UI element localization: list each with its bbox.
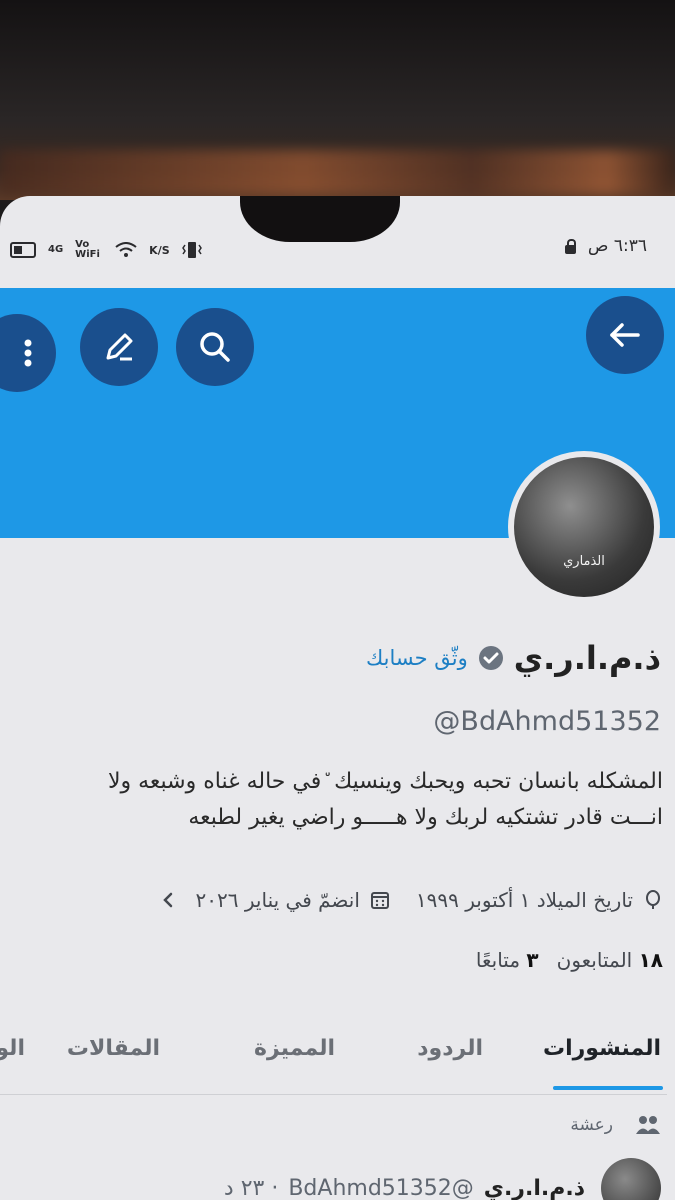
wifi-calling-label: Vo WiFi [75,239,100,260]
post-author-handle: @BdAhmd51352 [288,1175,474,1200]
arrow-left-icon [610,323,640,347]
post-context: رعشة [570,1114,661,1136]
battery-icon [10,242,36,258]
camera-notch [240,196,400,242]
followers-label: المتابعون [556,948,633,972]
signal-icon: 4G [48,245,63,255]
active-tab-indicator [553,1086,663,1090]
community-icon [636,1116,660,1134]
phone-screen: 4G Vo WiFi K/S ٦:٣٦ ص الذماري ذ.م.ا.ر.ي … [0,196,675,1200]
tab-highlights[interactable]: المميزة [254,1036,335,1061]
name-row: ذ.م.ا.ر.ي وثّق حسابك [366,639,661,677]
following-count: ٣ [526,948,539,972]
balloon-icon [646,890,660,909]
status-left: 4G Vo WiFi K/S [10,240,202,260]
tabs-divider [0,1094,667,1095]
user-handle: @BdAhmd51352 [433,706,661,737]
network-speed: K/S [149,243,170,257]
status-right: ٦:٣٦ ص [564,236,647,256]
avatar-caption: الذماري [563,554,605,569]
more-vertical-icon [24,339,32,367]
bio-line: المشكله بانسان تحبه ويحبك وينسيك ٘في حال… [107,769,663,794]
tab-posts[interactable]: المنشورات [543,1036,661,1061]
profile-bio: المشكله بانسان تحبه ويحبك وينسيك ٘في حال… [3,764,663,836]
follow-stats: ١٨ المتابعون ٣ متابعًا [476,948,663,972]
profile-meta: تاريخ الميلاد ١ أكتوبر ١٩٩٩ انضمّ في ينا… [158,888,663,912]
verify-account-link[interactable]: وثّق حسابك [366,646,468,670]
bio-line: انـــت قادر تشتكيه لربك ولا هـــــو راضي… [188,805,663,830]
tab-media[interactable]: الو [0,1036,25,1061]
avatar-image: الذماري [514,457,654,597]
search-icon [200,332,230,362]
chevron-left-icon[interactable] [158,890,178,910]
post-author-name: ذ.م.ا.ر.ي [483,1175,585,1200]
post-avatar[interactable] [601,1158,661,1200]
edit-button[interactable] [80,308,158,386]
tab-replies[interactable]: الردود [417,1036,483,1061]
following-link[interactable]: ٣ متابعًا [476,948,539,972]
pencil-icon [106,333,133,361]
vibrate-icon [181,242,202,258]
bezel-reflection [0,150,675,195]
post-header[interactable]: ذ.م.ا.ر.ي @BdAhmd51352 · ٢٣ د [224,1158,661,1200]
joined-text: انضمّ في يناير ٢٠٢٦ [195,888,360,912]
search-button[interactable] [176,308,254,386]
network-type: 4G [48,244,64,255]
context-label: رعشة [570,1115,613,1135]
tab-articles[interactable]: المقالات [67,1036,160,1061]
verified-badge-icon[interactable] [478,645,504,671]
display-name: ذ.م.ا.ر.ي [513,639,661,677]
post-time: · ٢٣ د [223,1175,279,1200]
birthday-text: تاريخ الميلاد ١ أكتوبر ١٩٩٩ [415,888,633,912]
lock-icon [564,238,576,254]
profile-avatar[interactable]: الذماري [508,451,660,603]
profile-tabs: المنشورات الردود المميزة المقالات الو [0,1036,675,1096]
wifi-icon [115,242,137,257]
followers-count: ١٨ [638,948,663,972]
back-button[interactable] [586,296,664,374]
followers-link[interactable]: ١٨ المتابعون [557,948,663,972]
clock: ٦:٣٦ ص [587,236,647,256]
calendar-icon [370,892,389,909]
following-label: متابعًا [475,948,521,972]
